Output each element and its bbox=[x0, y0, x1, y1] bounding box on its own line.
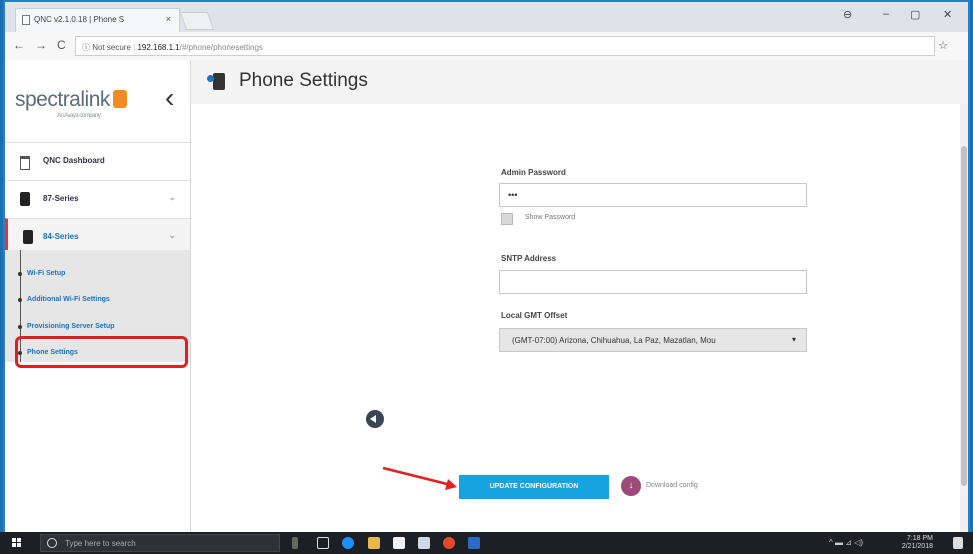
gmt-offset-value: (GMT-07:00) Arizona, Chihuahua, La Paz, … bbox=[512, 336, 716, 345]
microphone-icon[interactable] bbox=[292, 537, 298, 549]
address-bar-row: ← → C ⓘ Not secure | 192.168.1.1/#/phone… bbox=[5, 32, 968, 61]
sidebar-item-label: 84-Series bbox=[43, 232, 79, 241]
file-explorer-icon[interactable] bbox=[368, 537, 380, 549]
chevron-down-icon: ⌄ bbox=[168, 192, 176, 202]
system-tray-icons[interactable]: ^ ▬ ⊿ ◁) bbox=[829, 538, 863, 547]
sidebar-item-qnc-dashboard[interactable]: QNC Dashboard bbox=[5, 142, 190, 179]
sidebar-item-label: 87-Series bbox=[43, 194, 79, 203]
phone-icon bbox=[20, 192, 30, 206]
new-tab-button[interactable] bbox=[179, 12, 215, 30]
phone-settings-icon bbox=[207, 73, 225, 90]
bookmark-star-icon[interactable]: ☆ bbox=[938, 39, 948, 52]
url-host: 192.168.1.1 bbox=[137, 43, 180, 52]
clock-time: 7:18 PM bbox=[906, 535, 933, 542]
maximize-button[interactable]: ▢ bbox=[910, 8, 920, 21]
gmt-offset-select[interactable]: (GMT-07:00) Arizona, Chihuahua, La Paz, … bbox=[499, 328, 807, 352]
chevron-down-icon: ⌄ bbox=[168, 230, 176, 240]
edge-icon[interactable] bbox=[342, 537, 354, 549]
admin-password-label: Admin Password bbox=[501, 168, 566, 177]
url-input[interactable]: ⓘ Not secure | 192.168.1.1/#/phone/phone… bbox=[75, 36, 935, 56]
mail-icon[interactable] bbox=[418, 537, 430, 549]
back-button[interactable]: ← bbox=[13, 38, 25, 52]
home-icon bbox=[20, 156, 30, 170]
download-icon[interactable]: ↓ bbox=[621, 476, 641, 496]
tab-strip: QNC v2.1.0.18 | Phone S × ⊖ – ▢ ✕ bbox=[5, 2, 968, 32]
show-password-label: Show Password bbox=[525, 214, 576, 221]
close-window-button[interactable]: ✕ bbox=[943, 8, 952, 21]
download-config-link[interactable]: Download config bbox=[646, 482, 698, 489]
windows-start-icon[interactable] bbox=[12, 538, 22, 548]
close-tab-icon[interactable]: × bbox=[166, 14, 171, 24]
chrome-icon[interactable] bbox=[443, 537, 455, 549]
show-password-checkbox[interactable] bbox=[501, 213, 513, 225]
browser-window: QNC v2.1.0.18 | Phone S × ⊖ – ▢ ✕ ← → C … bbox=[3, 0, 970, 534]
sidebar: spectralink An Avaya company ‹ QNC Dashb… bbox=[5, 60, 191, 534]
scrollbar-thumb[interactable] bbox=[961, 146, 967, 486]
clock[interactable]: 7:18 PM 2/21/2018 bbox=[902, 535, 933, 551]
spectralink-logo: spectralink An Avaya company bbox=[15, 88, 127, 119]
profile-icon[interactable]: ⊖ bbox=[843, 8, 852, 21]
browser-tab[interactable]: QNC v2.1.0.18 | Phone S × bbox=[15, 8, 180, 32]
notification-icon[interactable] bbox=[953, 537, 963, 549]
security-indicator[interactable]: ⓘ Not secure bbox=[82, 43, 131, 52]
clock-date: 2/21/2018 bbox=[901, 543, 933, 550]
red-arrow-annotation bbox=[382, 466, 457, 490]
page-icon bbox=[22, 15, 30, 25]
collapse-sidebar-icon[interactable]: ‹ bbox=[165, 82, 174, 114]
windows-taskbar: Type here to search ^ ▬ ⊿ ◁) 7:18 PM 2/2… bbox=[0, 532, 973, 554]
minimize-button[interactable]: – bbox=[883, 8, 889, 20]
sntp-address-label: SNTP Address bbox=[501, 254, 557, 263]
logo-text: spectralink bbox=[15, 88, 110, 111]
submenu-item-provisioning[interactable]: Provisioning Server Setup bbox=[18, 323, 115, 330]
page-title: Phone Settings bbox=[239, 70, 368, 91]
submenu-item-wifi-setup[interactable]: Wi-Fi Setup bbox=[17, 270, 65, 277]
store-icon[interactable] bbox=[393, 537, 405, 549]
update-configuration-button[interactable]: UPDATE CONFIGURATION bbox=[459, 475, 609, 499]
sidebar-item-87-series[interactable]: 87-Series ⌄ bbox=[5, 180, 190, 217]
logo-mark-icon bbox=[112, 90, 127, 108]
forward-button[interactable]: → bbox=[35, 38, 47, 52]
taskbar-search-input[interactable]: Type here to search bbox=[40, 534, 280, 552]
word-icon[interactable] bbox=[468, 537, 480, 549]
page-header: Phone Settings bbox=[191, 60, 968, 104]
gmt-offset-label: Local GMT Offset bbox=[501, 311, 568, 320]
sntp-address-field[interactable] bbox=[499, 270, 807, 294]
task-view-icon[interactable] bbox=[317, 537, 329, 549]
reload-button[interactable]: C bbox=[57, 38, 66, 52]
phone-icon bbox=[23, 230, 33, 244]
admin-password-field[interactable]: ••• bbox=[499, 183, 807, 207]
url-path: /#/phone/phonesettings bbox=[179, 43, 263, 52]
submenu-item-additional-wifi[interactable]: Additional Wi-Fi Settings bbox=[18, 296, 110, 303]
dropdown-caret-icon: ▾ bbox=[791, 335, 796, 344]
main-content: Phone Settings Admin Password ••• Show P… bbox=[191, 60, 968, 534]
red-highlight-box bbox=[15, 336, 188, 368]
taskbar-search-placeholder: Type here to search bbox=[65, 539, 136, 548]
cortana-icon bbox=[47, 538, 57, 548]
back-arrow-icon[interactable] bbox=[366, 410, 384, 428]
sidebar-item-label: QNC Dashboard bbox=[43, 156, 105, 165]
tab-title: QNC v2.1.0.18 | Phone S bbox=[34, 15, 125, 24]
logo-tagline: An Avaya company bbox=[57, 113, 101, 119]
